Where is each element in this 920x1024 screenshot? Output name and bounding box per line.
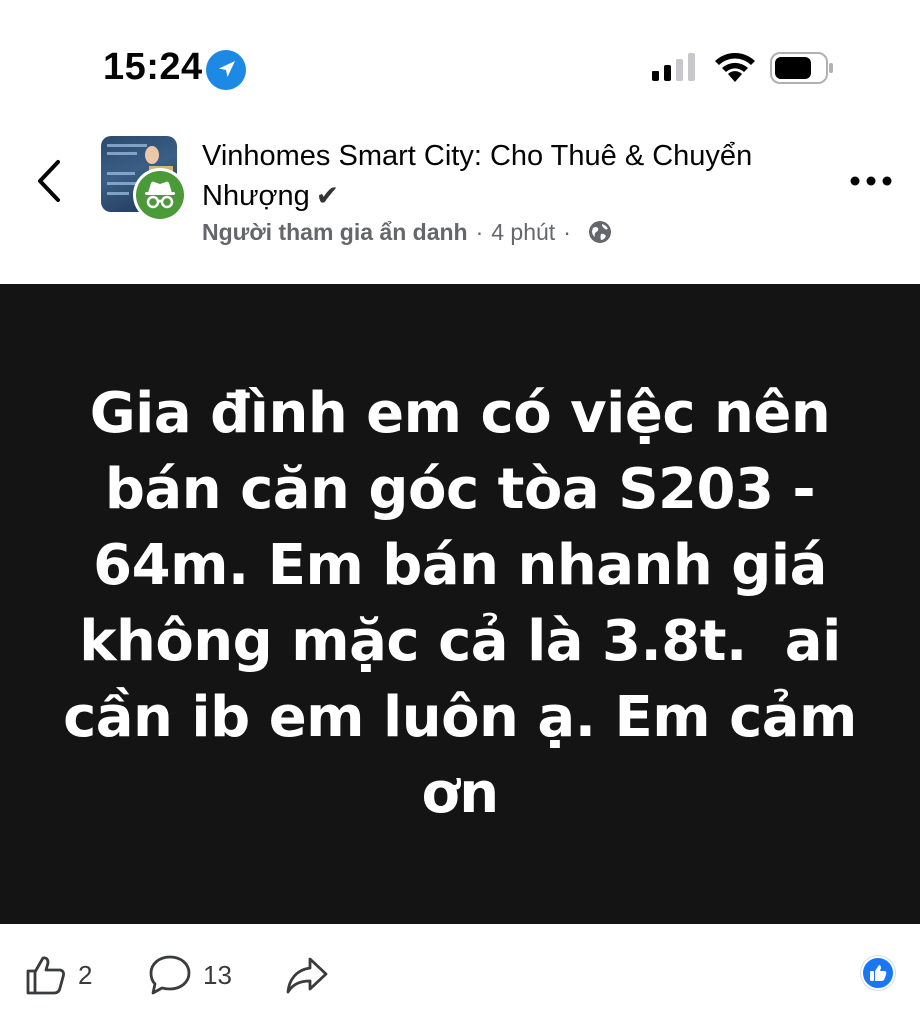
location-icon — [206, 50, 246, 90]
post-time[interactable]: 4 phút — [491, 218, 555, 246]
author-name[interactable]: Người tham gia ẩn danh — [202, 218, 468, 246]
share-button[interactable] — [284, 952, 330, 998]
signal-icon — [652, 53, 695, 81]
post-actions: 2 13 — [0, 924, 920, 1024]
comment-count: 13 — [203, 959, 232, 990]
thumbs-up-icon — [26, 956, 65, 995]
status-bar: 15:24 — [0, 0, 920, 120]
group-name[interactable]: Vinhomes Smart City: Cho Thuê & Chuyển N… — [202, 136, 762, 216]
post-meta: Người tham gia ẩn danh · 4 phút · — [202, 218, 613, 246]
status-time: 15:24 — [103, 46, 203, 88]
back-button[interactable] — [30, 156, 70, 206]
post-text: Gia đình em có việc nên bán căn góc tòa … — [63, 381, 876, 826]
like-reaction-icon[interactable] — [861, 956, 895, 990]
post-body: Gia đình em có việc nên bán căn góc tòa … — [0, 284, 920, 924]
like-button[interactable]: 2 — [24, 952, 92, 998]
reaction-thumbs-up-icon — [870, 965, 887, 981]
globe-icon — [588, 221, 611, 243]
share-icon — [286, 957, 328, 994]
post-header: Vinhomes Smart City: Cho Thuê & Chuyển N… — [0, 128, 920, 280]
comment-icon — [149, 955, 191, 995]
battery-icon — [770, 52, 833, 84]
incognito-icon — [145, 181, 175, 209]
meta-separator: · — [475, 219, 484, 245]
more-options-button[interactable] — [849, 174, 893, 188]
post-screen: 15:24 Vinhomes Smart City: Cho Thuê & Ch… — [0, 0, 920, 1024]
group-name-text: Vinhomes Smart City: Cho Thuê & Chuyển N… — [202, 140, 753, 212]
wifi-icon — [715, 53, 755, 82]
comment-button[interactable]: 13 — [147, 952, 232, 998]
meta-separator-2: · — [563, 219, 571, 245]
like-count: 2 — [78, 959, 93, 990]
anonymous-avatar — [133, 168, 187, 222]
verified-check-icon: ✔ — [315, 180, 340, 211]
